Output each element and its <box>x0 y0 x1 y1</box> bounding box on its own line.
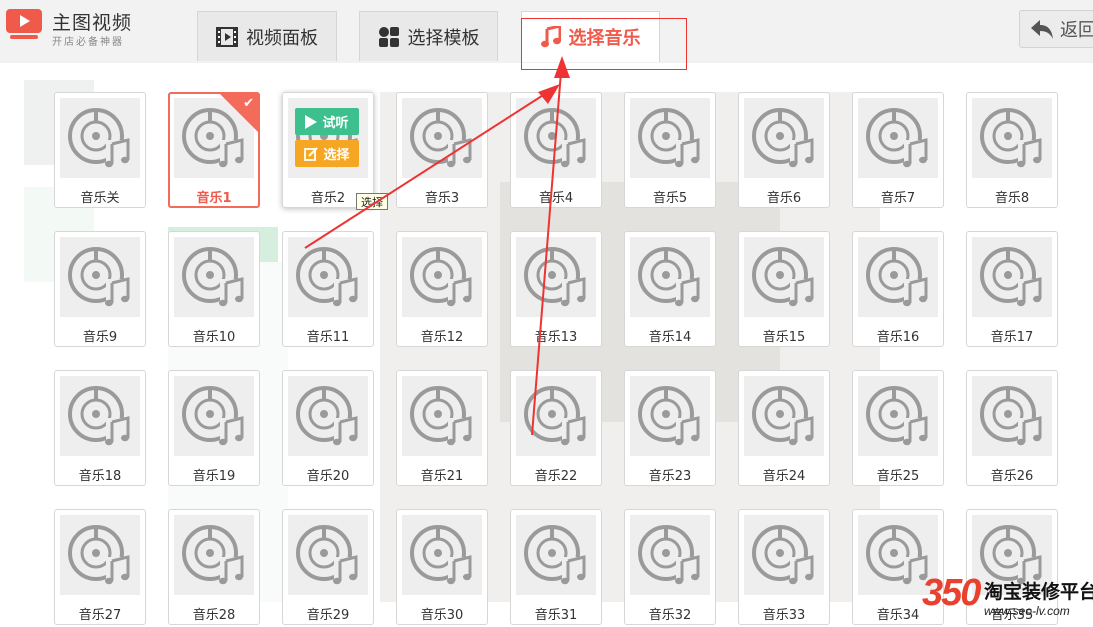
annotation-arrow-2 <box>531 71 562 436</box>
annotation-arrowhead-2 <box>554 56 570 78</box>
watermark-number: 350 <box>922 572 981 614</box>
watermark: 350 淘宝装修平台 www.seo-lv.com <box>922 571 1093 625</box>
annotation-arrow-1 <box>304 91 549 249</box>
annotation-arrowhead-1 <box>538 84 560 104</box>
watermark-name: 淘宝装修平台 <box>984 581 1093 603</box>
annotation-arrows <box>304 56 570 436</box>
watermark-url: www.seo-lv.com <box>984 604 1070 618</box>
